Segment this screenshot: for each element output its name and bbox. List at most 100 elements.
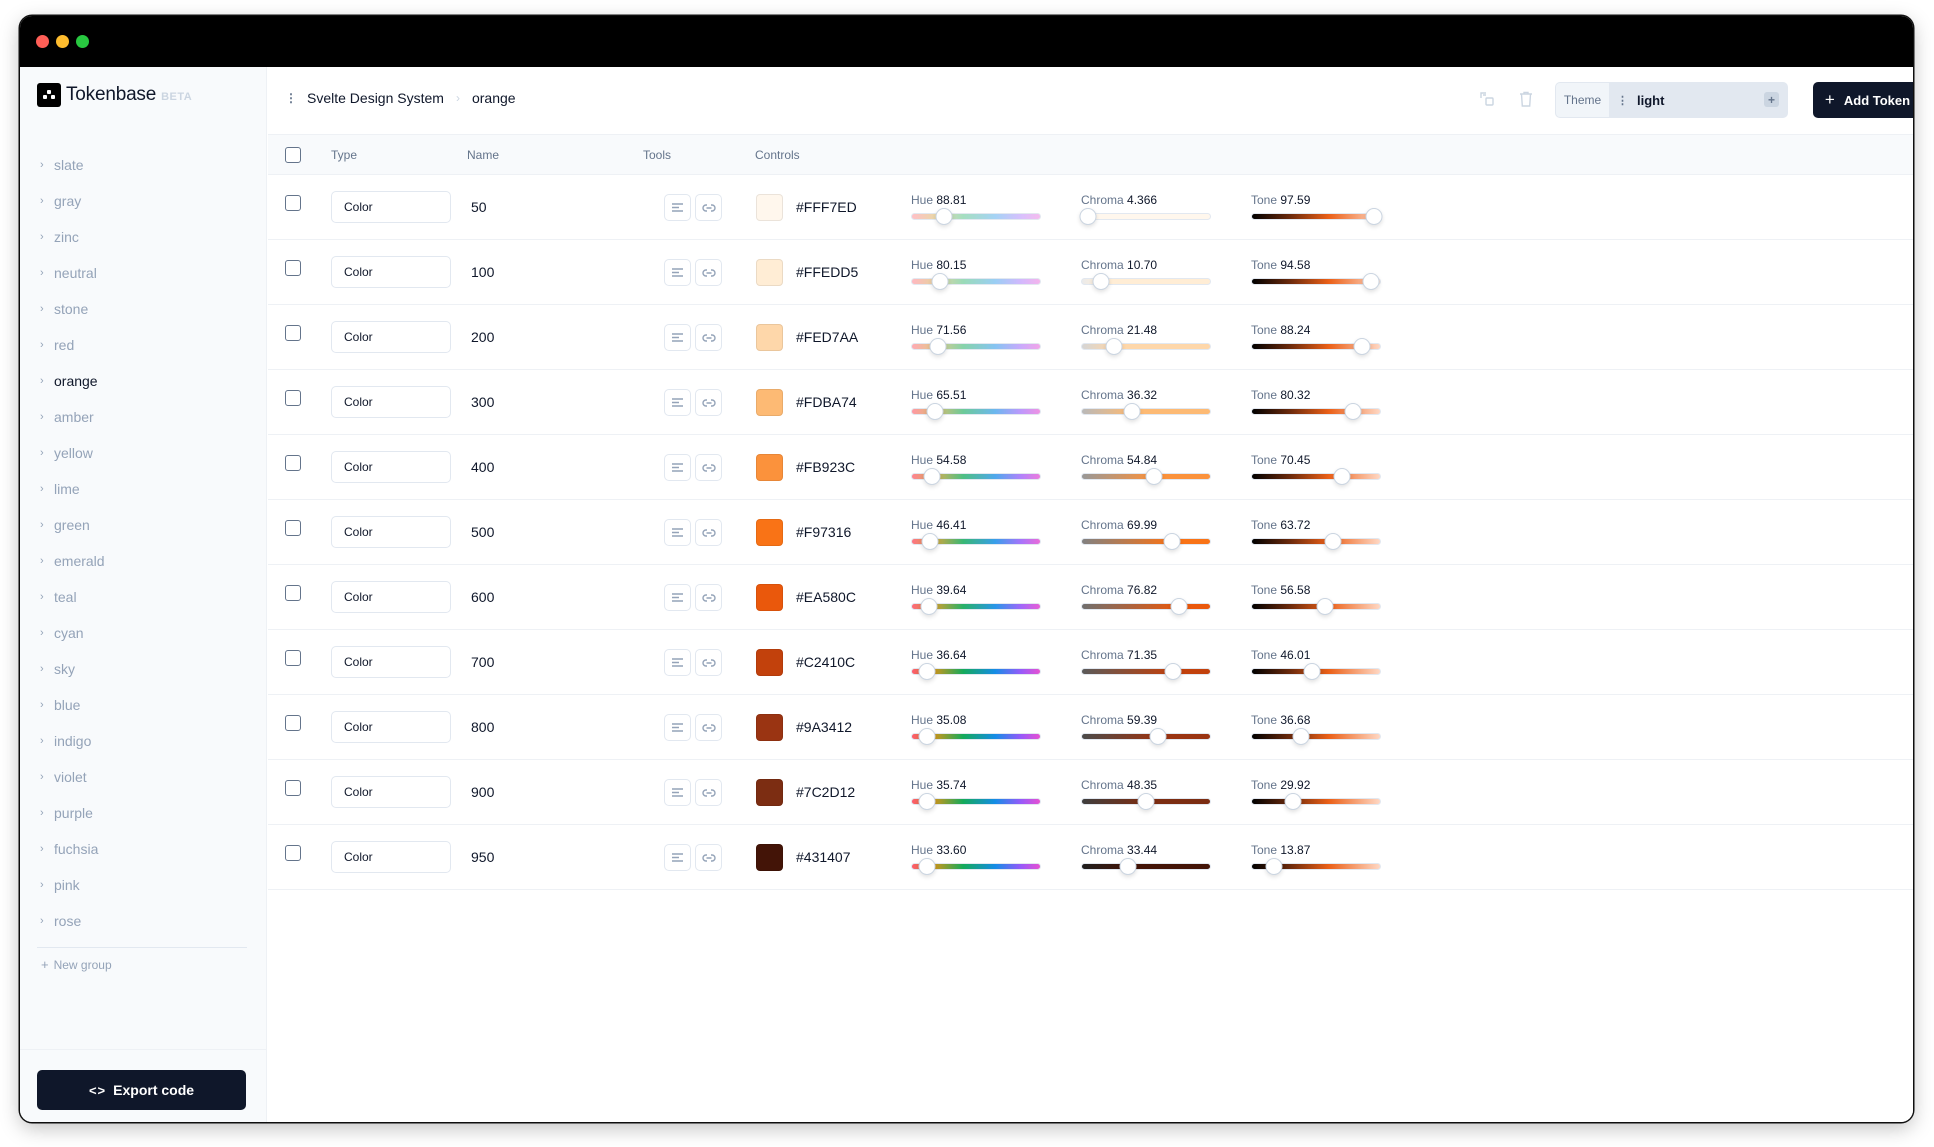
tone-value[interactable]: 56.58 <box>1280 583 1313 597</box>
chroma-slider[interactable]: Chroma 48.35 <box>1081 778 1211 810</box>
color-swatch[interactable] <box>756 194 783 221</box>
row-checkbox[interactable] <box>285 520 301 536</box>
type-input[interactable]: Color <box>331 581 451 613</box>
chroma-slider[interactable]: Chroma 59.39 <box>1081 713 1211 745</box>
trash-icon[interactable] <box>1517 90 1535 108</box>
chroma-thumb[interactable] <box>1137 793 1155 810</box>
tone-thumb[interactable] <box>1362 273 1380 290</box>
hue-value[interactable]: 46.41 <box>936 518 969 532</box>
chroma-track[interactable] <box>1079 208 1211 225</box>
sidebar-group-stone[interactable]: › stone <box>40 291 250 327</box>
tone-value[interactable]: 13.87 <box>1280 843 1313 857</box>
tone-thumb[interactable] <box>1324 533 1342 550</box>
hue-value[interactable]: 35.08 <box>936 713 969 727</box>
chroma-value[interactable]: 69.99 <box>1127 518 1160 532</box>
color-swatch[interactable] <box>756 519 783 546</box>
tone-value[interactable]: 88.24 <box>1280 323 1313 337</box>
tone-slider[interactable]: Tone 46.01 <box>1251 648 1381 680</box>
hue-value[interactable]: 71.56 <box>936 323 969 337</box>
hue-thumb[interactable] <box>918 858 936 875</box>
tone-slider[interactable]: Tone 63.72 <box>1251 518 1381 550</box>
tone-track[interactable] <box>1251 338 1381 355</box>
row-checkbox[interactable] <box>285 325 301 341</box>
sidebar-group-green[interactable]: › green <box>40 507 250 543</box>
link-button[interactable] <box>695 194 722 221</box>
tone-slider[interactable]: Tone 70.45 <box>1251 453 1381 485</box>
sidebar-group-blue[interactable]: › blue <box>40 687 250 723</box>
color-swatch[interactable] <box>756 324 783 351</box>
tone-thumb[interactable] <box>1365 208 1383 225</box>
link-button[interactable] <box>695 324 722 351</box>
chroma-thumb[interactable] <box>1149 728 1167 745</box>
hue-slider[interactable]: Hue 35.08 <box>911 713 1041 745</box>
tone-slider[interactable]: Tone 56.58 <box>1251 583 1381 615</box>
hue-track[interactable] <box>911 663 1041 680</box>
token-name[interactable]: 600 <box>471 589 494 605</box>
tone-slider[interactable]: Tone 88.24 <box>1251 323 1381 355</box>
tone-slider[interactable]: Tone 94.58 <box>1251 258 1381 290</box>
hue-slider[interactable]: Hue 65.51 <box>911 388 1041 420</box>
tone-value[interactable]: 46.01 <box>1280 648 1313 662</box>
sidebar-group-sky[interactable]: › sky <box>40 651 250 687</box>
row-checkbox[interactable] <box>285 195 301 211</box>
tone-track[interactable] <box>1251 858 1381 875</box>
chroma-thumb[interactable] <box>1079 208 1097 225</box>
link-button[interactable] <box>695 454 722 481</box>
theme-selector[interactable]: Theme ⋮ light + <box>1555 82 1788 118</box>
token-name[interactable]: 950 <box>471 849 494 865</box>
chroma-slider[interactable]: Chroma 33.44 <box>1081 843 1211 875</box>
chroma-thumb[interactable] <box>1119 858 1137 875</box>
hue-slider[interactable]: Hue 33.60 <box>911 843 1041 875</box>
chroma-track[interactable] <box>1081 273 1211 290</box>
color-swatch[interactable] <box>756 779 783 806</box>
link-button[interactable] <box>695 389 722 416</box>
color-swatch[interactable] <box>756 389 783 416</box>
chroma-track[interactable] <box>1081 728 1211 745</box>
tone-track[interactable] <box>1251 663 1381 680</box>
link-button[interactable] <box>695 714 722 741</box>
hue-thumb[interactable] <box>926 403 944 420</box>
color-swatch[interactable] <box>756 649 783 676</box>
token-name[interactable]: 200 <box>471 329 494 345</box>
token-name[interactable]: 400 <box>471 459 494 475</box>
row-checkbox[interactable] <box>285 845 301 861</box>
tone-slider[interactable]: Tone 97.59 <box>1251 193 1383 225</box>
breadcrumb-project[interactable]: Svelte Design System <box>307 90 444 106</box>
sidebar-group-rose[interactable]: › rose <box>40 903 250 939</box>
tone-slider[interactable]: Tone 13.87 <box>1251 843 1381 875</box>
token-name[interactable]: 300 <box>471 394 494 410</box>
tone-slider[interactable]: Tone 36.68 <box>1251 713 1381 745</box>
sidebar-group-yellow[interactable]: › yellow <box>40 435 250 471</box>
hue-thumb[interactable] <box>931 273 949 290</box>
close-window-button[interactable] <box>36 35 49 48</box>
tone-track[interactable] <box>1251 273 1381 290</box>
color-swatch[interactable] <box>756 714 783 741</box>
chroma-slider[interactable]: Chroma 76.82 <box>1081 583 1211 615</box>
sidebar-group-zinc[interactable]: › zinc <box>40 219 250 255</box>
tone-value[interactable]: 97.59 <box>1280 193 1313 207</box>
hue-value[interactable]: 80.15 <box>936 258 969 272</box>
row-checkbox[interactable] <box>285 780 301 796</box>
hue-track[interactable] <box>911 793 1041 810</box>
sidebar-group-pink[interactable]: › pink <box>40 867 250 903</box>
hue-value[interactable]: 39.64 <box>936 583 969 597</box>
chroma-value[interactable]: 33.44 <box>1127 843 1160 857</box>
hue-slider[interactable]: Hue 54.58 <box>911 453 1041 485</box>
description-button[interactable] <box>664 649 691 676</box>
description-button[interactable] <box>664 259 691 286</box>
select-all-checkbox[interactable] <box>285 147 301 163</box>
tone-track[interactable] <box>1251 533 1381 550</box>
description-button[interactable] <box>664 389 691 416</box>
duplicate-icon[interactable] <box>1478 90 1496 108</box>
type-input[interactable]: Color <box>331 321 451 353</box>
hue-slider[interactable]: Hue 71.56 <box>911 323 1041 355</box>
add-token-button[interactable]: + Add Token <box>1813 82 1913 118</box>
hue-slider[interactable]: Hue 46.41 <box>911 518 1041 550</box>
type-input[interactable]: Color <box>331 191 451 223</box>
type-input[interactable]: Color <box>331 776 451 808</box>
sidebar-group-amber[interactable]: › amber <box>40 399 250 435</box>
type-input[interactable]: Color <box>331 711 451 743</box>
hue-thumb[interactable] <box>929 338 947 355</box>
type-input[interactable]: Color <box>331 841 451 873</box>
description-button[interactable] <box>664 519 691 546</box>
